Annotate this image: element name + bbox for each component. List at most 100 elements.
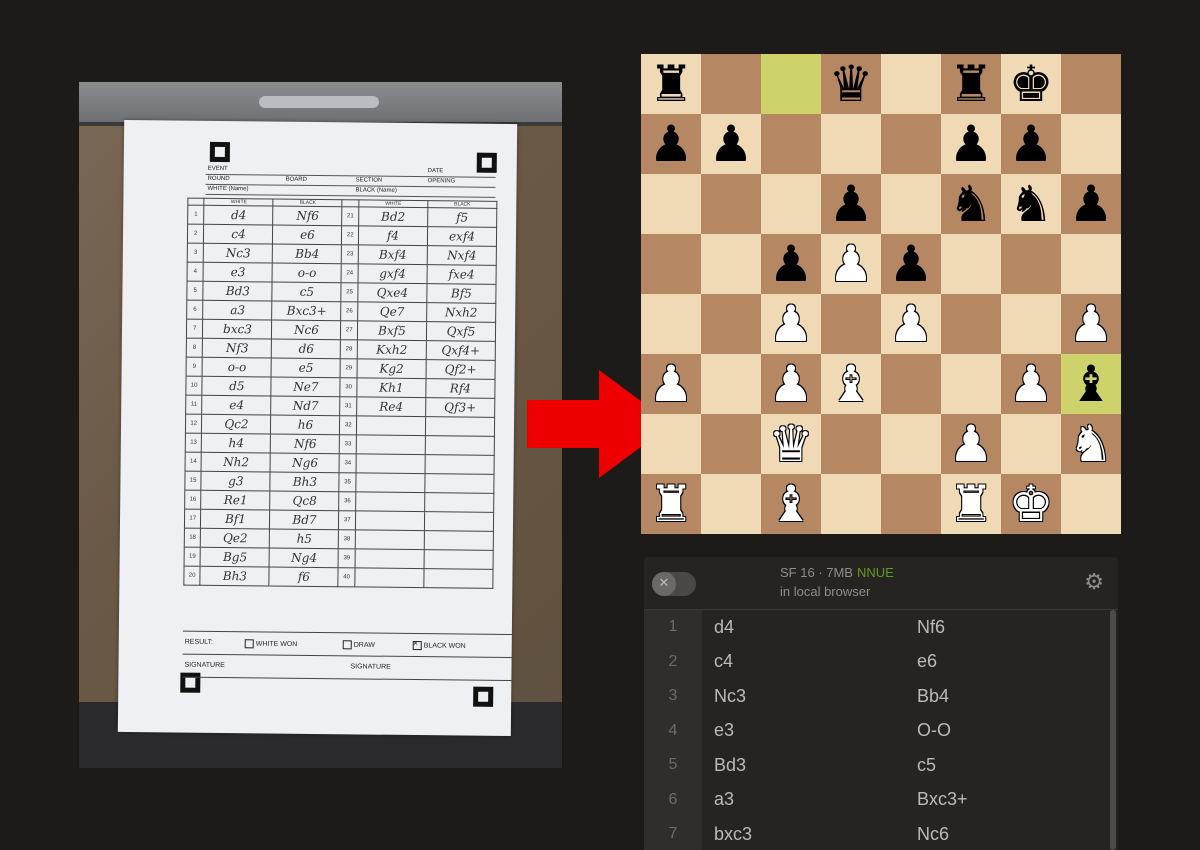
square-d2[interactable] [821,414,881,474]
square-h5[interactable] [1061,234,1121,294]
black-pawn-icon[interactable]: ♟ [649,114,694,174]
gear-icon[interactable]: ⚙ [1084,570,1104,595]
square-b2[interactable] [701,414,761,474]
square-b4[interactable] [701,294,761,354]
square-d7[interactable] [821,114,881,174]
black-move[interactable]: e6 [917,651,937,672]
black-knight-icon[interactable]: ♞ [1009,174,1054,234]
black-knight-icon[interactable]: ♞ [949,174,994,234]
square-d1[interactable] [821,474,881,534]
white-pawn-icon[interactable]: ♟ [1009,354,1054,414]
square-b7[interactable]: ♟ [701,114,761,174]
square-f2[interactable]: ♟ [941,414,1001,474]
black-pawn-icon[interactable]: ♟ [889,234,934,294]
white-move[interactable]: Bd3 [702,755,917,776]
square-a6[interactable] [641,174,701,234]
square-f3[interactable] [941,354,1001,414]
square-f5[interactable] [941,234,1001,294]
square-e1[interactable] [881,474,941,534]
white-move[interactable]: d4 [702,617,917,638]
white-move[interactable]: e3 [702,720,917,741]
square-b3[interactable] [701,354,761,414]
square-d8[interactable]: ♛ [821,54,881,114]
square-e7[interactable] [881,114,941,174]
black-king-icon[interactable]: ♚ [1009,54,1054,114]
black-pawn-icon[interactable]: ♟ [709,114,754,174]
square-a5[interactable] [641,234,701,294]
square-b6[interactable] [701,174,761,234]
white-bishop-icon[interactable]: ♝ [769,474,814,534]
black-rook-icon[interactable]: ♜ [649,54,694,114]
black-move[interactable]: Bxc3+ [917,789,968,810]
white-rook-icon[interactable]: ♜ [649,474,694,534]
square-f6[interactable]: ♞ [941,174,1001,234]
white-pawn-icon[interactable]: ♟ [649,354,694,414]
square-a7[interactable]: ♟ [641,114,701,174]
square-f7[interactable]: ♟ [941,114,1001,174]
black-pawn-icon[interactable]: ♟ [769,234,814,294]
white-queen-icon[interactable]: ♛ [769,414,814,474]
square-a1[interactable]: ♜ [641,474,701,534]
square-e6[interactable] [881,174,941,234]
square-c5[interactable]: ♟ [761,234,821,294]
black-pawn-icon[interactable]: ♟ [1009,114,1054,174]
black-pawn-icon[interactable]: ♟ [829,174,874,234]
white-pawn-icon[interactable]: ♟ [949,414,994,474]
square-a3[interactable]: ♟ [641,354,701,414]
square-c6[interactable] [761,174,821,234]
white-move[interactable]: Nc3 [702,686,917,707]
square-a4[interactable] [641,294,701,354]
square-a2[interactable] [641,414,701,474]
white-pawn-icon[interactable]: ♟ [829,234,874,294]
square-e2[interactable] [881,414,941,474]
square-g8[interactable]: ♚ [1001,54,1061,114]
square-c3[interactable]: ♟ [761,354,821,414]
square-g4[interactable] [1001,294,1061,354]
square-e4[interactable]: ♟ [881,294,941,354]
square-b5[interactable] [701,234,761,294]
square-d3[interactable]: ♝ [821,354,881,414]
square-e5[interactable]: ♟ [881,234,941,294]
black-bishop-icon[interactable]: ♝ [1069,354,1114,414]
scrollbar[interactable] [1110,610,1116,850]
square-h2[interactable]: ♞ [1061,414,1121,474]
square-h4[interactable]: ♟ [1061,294,1121,354]
square-a8[interactable]: ♜ [641,54,701,114]
black-pawn-icon[interactable]: ♟ [1069,174,1114,234]
white-bishop-icon[interactable]: ♝ [829,354,874,414]
square-d4[interactable] [821,294,881,354]
square-g2[interactable] [1001,414,1061,474]
square-b8[interactable] [701,54,761,114]
square-f8[interactable]: ♜ [941,54,1001,114]
chess-board[interactable]: ♜ ♛ ♜ ♚ ♟ ♟ ♟ ♟ ♟ ♞ ♞ ♟ ♟ ♟ ♟ ♟ ♟ ♟ ♟ ♟ ♝ ♟ ♝ ♛ ♟ ♞ ♜ ♝ ♜ ♚ [641,54,1121,534]
square-g3[interactable]: ♟ [1001,354,1061,414]
white-knight-icon[interactable]: ♞ [1069,414,1114,474]
white-king-icon[interactable]: ♚ [1009,474,1054,534]
square-h1[interactable] [1061,474,1121,534]
engine-toggle[interactable]: ✕ [652,572,696,596]
black-rook-icon[interactable]: ♜ [949,54,994,114]
square-c8[interactable] [761,54,821,114]
square-c7[interactable] [761,114,821,174]
square-d5[interactable]: ♟ [821,234,881,294]
white-pawn-icon[interactable]: ♟ [889,294,934,354]
black-pawn-icon[interactable]: ♟ [949,114,994,174]
black-move[interactable]: Bb4 [917,686,949,707]
black-queen-icon[interactable]: ♛ [829,54,874,114]
square-b1[interactable] [701,474,761,534]
black-move[interactable]: Nc6 [917,824,949,845]
square-e8[interactable] [881,54,941,114]
white-move[interactable]: a3 [702,789,917,810]
white-pawn-icon[interactable]: ♟ [769,294,814,354]
square-g7[interactable]: ♟ [1001,114,1061,174]
white-pawn-icon[interactable]: ♟ [1069,294,1114,354]
square-h7[interactable] [1061,114,1121,174]
square-d6[interactable]: ♟ [821,174,881,234]
white-rook-icon[interactable]: ♜ [949,474,994,534]
white-move[interactable]: c4 [702,651,917,672]
square-h3[interactable]: ♝ [1061,354,1121,414]
square-f1[interactable]: ♜ [941,474,1001,534]
white-move[interactable]: bxc3 [702,824,917,845]
square-f4[interactable] [941,294,1001,354]
black-move[interactable]: c5 [917,755,936,776]
